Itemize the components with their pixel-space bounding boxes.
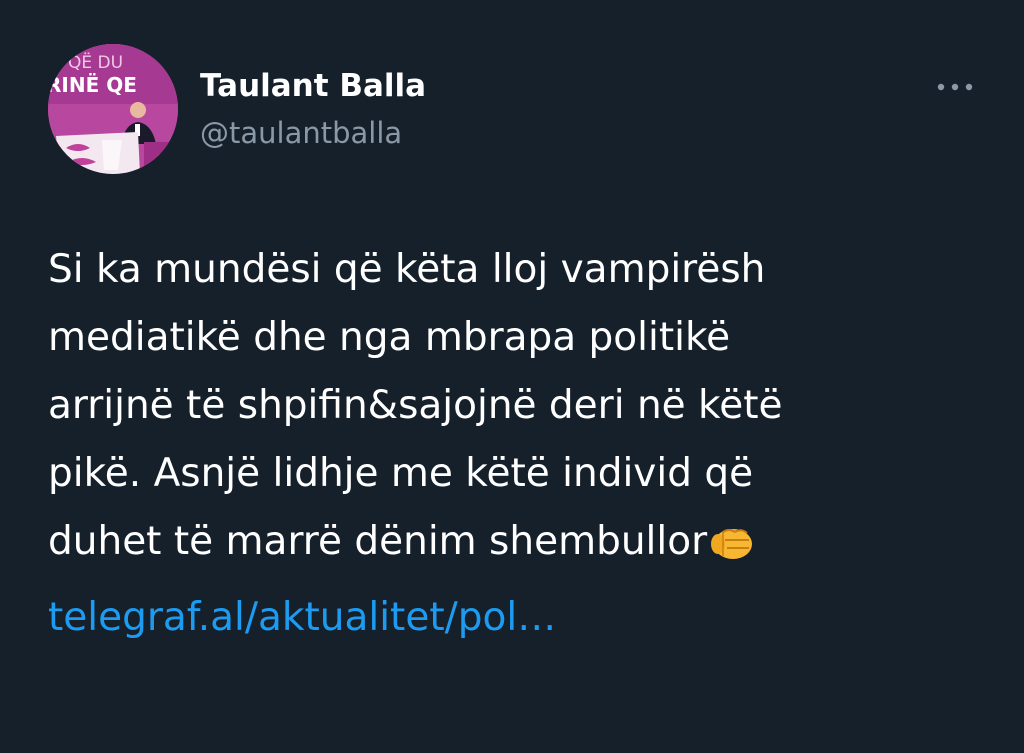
tweet-card: QË DU RINË QE Taulant Balla @taulantball… <box>0 0 1024 753</box>
tweet-link[interactable]: telegraf.al/aktualitet/pol… <box>48 584 988 652</box>
oncoming-fist-emoji <box>709 516 755 584</box>
avatar-photo: QË DU RINË QE <box>48 44 178 174</box>
tweet-line-text: duhet të marrë dënim shembullor <box>48 519 708 564</box>
author-handle[interactable]: @taulantballa <box>200 116 402 150</box>
tweet-line: Si ka mundësi që këta lloj vampirësh <box>48 247 766 292</box>
tweet-line: pikë. Asnjë lidhje me këtë individ që <box>48 451 754 496</box>
avatar-text-top: QË DU <box>68 52 123 73</box>
tweet-line-last: duhet të marrë dënim shembullor <box>48 508 988 584</box>
avatar-text-bottom: RINË QE <box>48 73 137 97</box>
tweet-text: Si ka mundësi që këta lloj vampirësh med… <box>48 236 988 652</box>
tweet-line: mediatikë dhe nga mbrapa politikë <box>48 315 731 360</box>
more-horizontal-icon <box>937 83 973 91</box>
author-avatar[interactable]: QË DU RINË QE <box>48 44 178 174</box>
author-name[interactable]: Taulant Balla <box>200 68 426 104</box>
more-options-button[interactable] <box>930 70 980 104</box>
tweet-line: arrijnë të shpifin&sajojnë deri në këtë <box>48 383 783 428</box>
